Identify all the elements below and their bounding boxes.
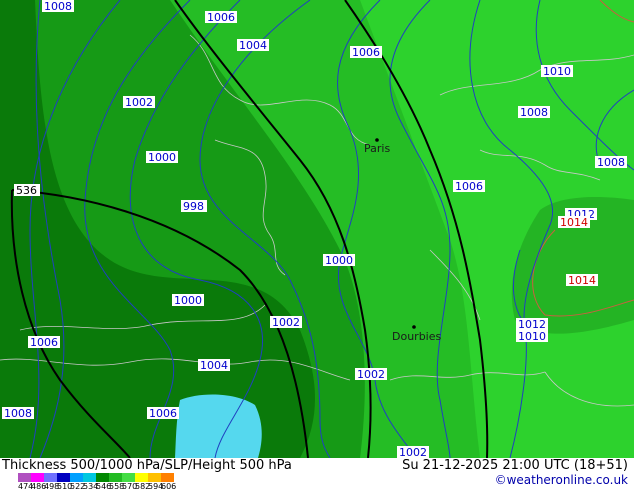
scale-swatch [31,473,44,482]
city-marker [412,325,416,329]
isobar-label: 1008 [520,106,548,119]
scale-swatch [148,473,161,482]
city-label: Paris [364,142,390,155]
isobar-label: 1010 [543,65,571,78]
isobar-label: 1002 [399,446,427,458]
isobar-label-high: 1014 [568,274,596,287]
valid-time: Su 21-12-2025 21:00 UTC (18+51) [402,458,628,473]
isobar-label: 1008 [4,407,32,420]
scale-swatch [18,473,31,482]
height-label: 536 [16,184,37,197]
isobar-label: 1000 [148,151,176,164]
isobar-label: 1002 [125,96,153,109]
isobar-label: 998 [183,200,204,213]
weather-map: Paris Dourbies 1008 1006 1004 1006 1010 … [0,0,634,458]
footer: Thickness 500/1000 hPa/SLP/Height 500 hP… [0,458,634,491]
scale-swatch [135,473,148,482]
scale-swatch [109,473,122,482]
isobar-label: 1010 [518,330,546,343]
map-title: Thickness 500/1000 hPa/SLP/Height 500 hP… [2,458,292,473]
isobar-label: 1008 [597,156,625,169]
scale-swatch [122,473,135,482]
scale-swatch [96,473,109,482]
isobar-label: 1006 [149,407,177,420]
isobar-label: 1006 [207,11,235,24]
isobar-label: 1006 [455,180,483,193]
scale-swatch [44,473,57,482]
city-label: Dourbies [392,330,442,343]
isobar-label: 1002 [272,316,300,329]
ocean-area [175,394,262,458]
scale-swatch [70,473,83,482]
isobar-label: 1004 [239,39,267,52]
scale-swatch [83,473,96,482]
scale-swatch [161,473,174,482]
color-scale-bar [18,473,174,482]
credit-link[interactable]: ©weatheronline.co.uk [495,473,628,487]
isobar-label: 1006 [352,46,380,59]
isobar-label: 1008 [44,0,72,13]
isobar-label: 1006 [30,336,58,349]
scale-swatch [57,473,70,482]
isobar-label: 1000 [174,294,202,307]
isobar-label: 1000 [325,254,353,267]
isobar-label: 1002 [357,368,385,381]
isobar-label-high: 1014 [560,216,588,229]
isobar-label: 1004 [200,359,228,372]
